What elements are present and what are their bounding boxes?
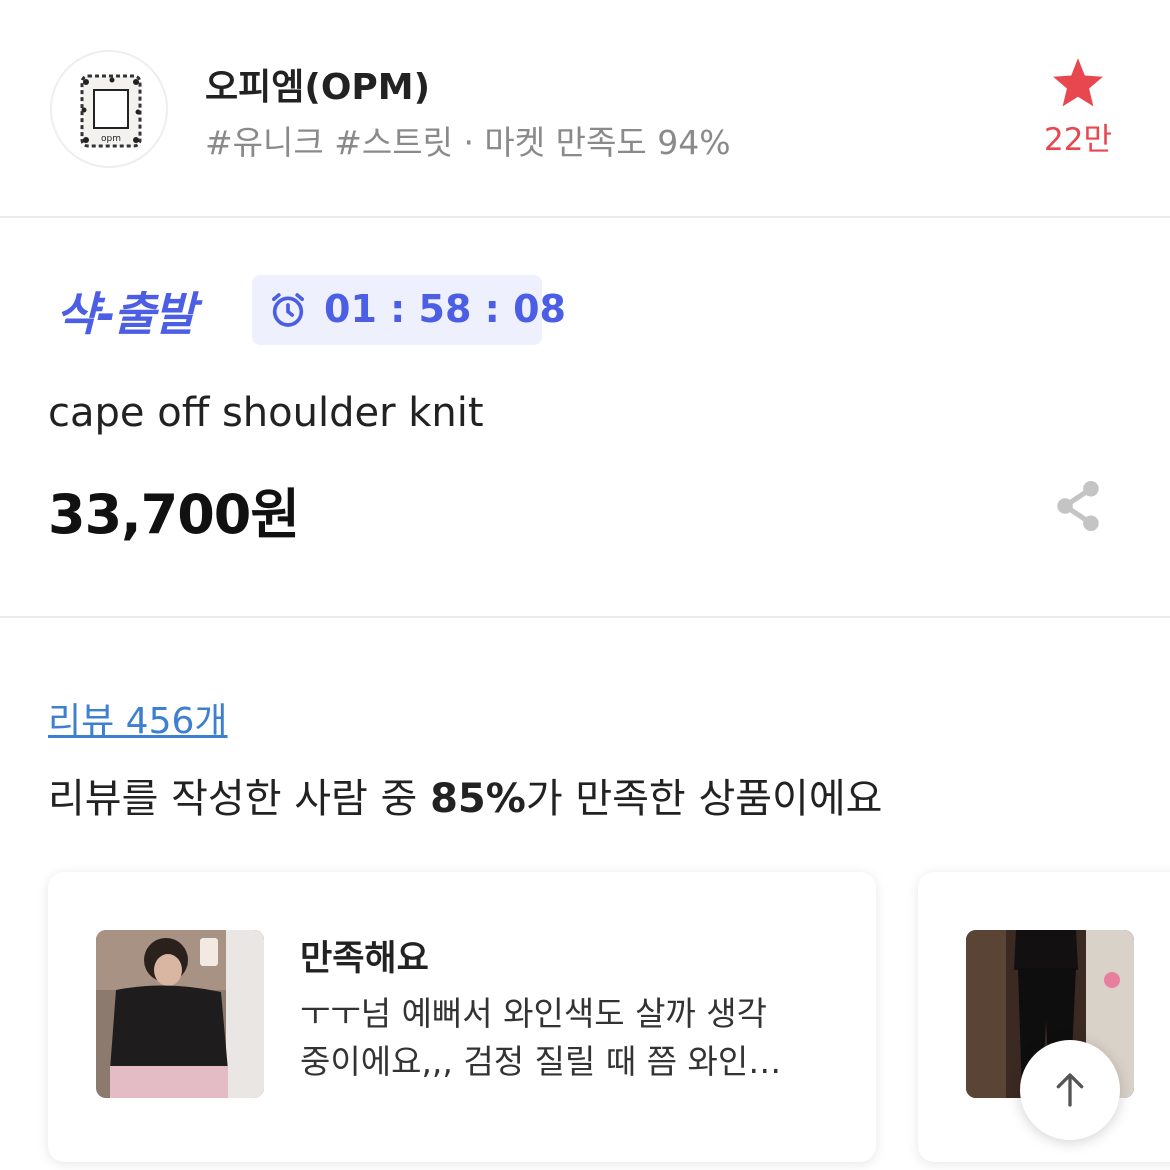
review-text-line: 중이에요,,, 검정 질릴 때 쯤 와인…: [300, 1042, 782, 1081]
review-text: ㅜㅜ넘 예뻐서 와인색도 살까 생각 중이에요,,, 검정 질릴 때 쯤 와인…: [300, 990, 840, 1086]
review-photo: [96, 930, 264, 1098]
review-summary-prefix: 리뷰를 작성한 사람 중: [48, 776, 431, 822]
arrow-up-icon: [1056, 1073, 1084, 1107]
share-icon: [1057, 481, 1099, 531]
product-name: cape off shoulder knit: [48, 390, 484, 436]
countdown-timer: 01 : 58 : 08: [252, 275, 566, 345]
share-button[interactable]: [1052, 478, 1104, 538]
star-icon: [1053, 58, 1103, 107]
alarm-clock-icon: [272, 293, 304, 327]
review-summary: 리뷰를 작성한 사람 중 85%가 만족한 상품이에요: [48, 766, 882, 824]
review-text-line: ㅜㅜ넘 예뻐서 와인색도 살까 생각: [300, 994, 767, 1033]
store-name[interactable]: 오피엠(OPM): [205, 58, 430, 110]
product-section: 샥-출발 01 : 58 : 08 cape off shoulder knit…: [0, 220, 1170, 618]
review-card[interactable]: 만족해요 ㅜㅜ넘 예뻐서 와인색도 살까 생각 중이에요,,, 검정 질릴 때 …: [48, 872, 876, 1162]
favorite-button[interactable]: 22만: [1030, 56, 1126, 159]
store-meta: #유니크 #스트릿 · 마켓 만족도 94%: [205, 123, 731, 162]
product-price: 33,700원: [48, 483, 300, 546]
review-summary-suffix: 가 만족한 상품이에요: [525, 776, 883, 822]
scroll-to-top-button[interactable]: [1020, 1040, 1120, 1140]
svg-text:opm: opm: [101, 134, 121, 144]
review-rating-label: 만족해요: [300, 939, 429, 979]
favorite-count: 22만: [1044, 122, 1112, 158]
store-logo[interactable]: opm: [50, 50, 168, 168]
review-photo-image: [96, 930, 264, 1098]
review-summary-percent: 85%: [430, 776, 526, 822]
store-header[interactable]: opm 오피엠(OPM) #유니크 #스트릿 · 마켓 만족도 94% 22만: [0, 0, 1170, 218]
store-logo-image: opm: [80, 74, 142, 148]
shipping-badge: 샥-출발: [56, 287, 196, 341]
countdown-text: 01 : 58 : 08: [324, 287, 566, 331]
review-count-link[interactable]: 리뷰 456개: [48, 692, 228, 744]
